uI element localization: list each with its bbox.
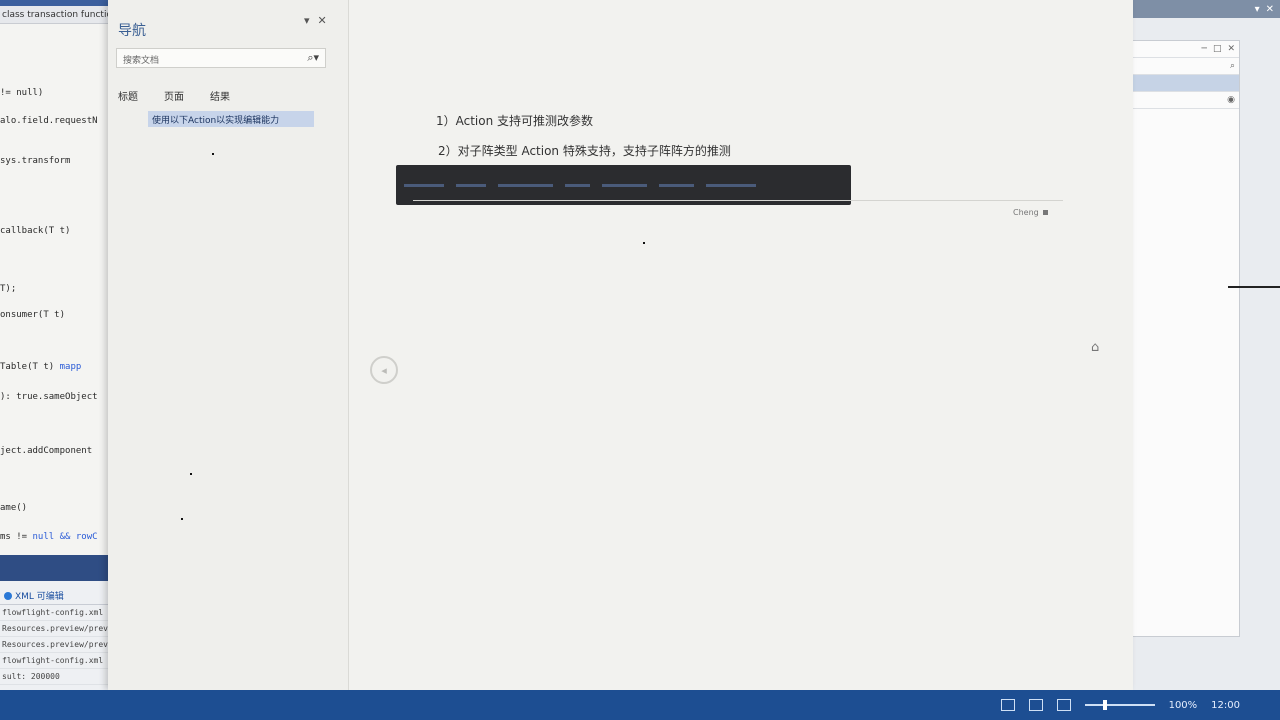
code-line-text: sys.transform	[0, 156, 71, 166]
document-viewer-window: 导航 ▾ ✕ 搜索文档 ⌕▾ 标题 页面 结果 使用以下Action以实现编辑能…	[108, 0, 1133, 690]
view-layout-icon[interactable]	[1000, 699, 1015, 711]
tray-clock: 12:00	[1211, 699, 1240, 711]
code-keyword: mapp	[59, 362, 82, 372]
dust-speck	[190, 473, 192, 475]
divider-line	[1228, 286, 1280, 288]
view-web-icon[interactable]	[1056, 699, 1071, 711]
navigation-pane: 导航 ▾ ✕ 搜索文档 ⌕▾ 标题 页面 结果 使用以下Action以实现编辑能…	[108, 0, 349, 690]
dust-speck	[212, 153, 214, 155]
navigation-tabs: 标题 页面 结果	[118, 88, 230, 104]
code-line: != null)	[0, 88, 43, 98]
navigation-pane-controls: ▾ ✕	[304, 14, 327, 27]
right-window-toolbar	[1119, 75, 1239, 92]
right-window-toolbar-row[interactable]: ◉	[1119, 92, 1239, 109]
code-token	[706, 183, 756, 187]
code-line: ject.addComponent	[0, 446, 92, 456]
code-line-text: != null)	[0, 88, 44, 98]
navigation-pane-title: 导航	[118, 23, 146, 39]
code-line: ): true.sameObject	[0, 392, 98, 402]
search-icon: ⌕	[1229, 61, 1235, 71]
dust-speck	[181, 518, 183, 520]
code-line: ame()	[0, 503, 27, 513]
code-token	[456, 183, 486, 187]
right-window-title-strip: ▾ ✕	[1108, 0, 1280, 18]
code-line: T);	[0, 284, 16, 294]
code-token	[565, 183, 590, 187]
maximize-icon[interactable]: □	[1213, 44, 1222, 54]
chevron-down-icon[interactable]: ▾	[304, 14, 310, 27]
code-token	[404, 183, 444, 187]
code-token	[659, 183, 694, 187]
search-icon[interactable]: ⌕▾	[307, 51, 319, 65]
code-token	[498, 183, 553, 187]
navigation-result-item[interactable]: 使用以下Action以实现编辑能力	[148, 111, 314, 127]
tab-pages[interactable]: 页面	[164, 88, 184, 104]
code-line-text: alo.field.requestN	[0, 116, 98, 126]
code-snippet-block	[396, 165, 851, 205]
step-1-text: 1）Action 支持可推测改参数	[436, 114, 594, 128]
code-keyword: null && rowC	[32, 532, 98, 542]
right-window-panel: ─ □ ✕ ⌕ ◉	[1118, 40, 1240, 637]
minimize-icon[interactable]: ─	[1202, 44, 1207, 54]
code-line-text: ame()	[0, 503, 28, 513]
tab-headings[interactable]: 标题	[118, 88, 138, 104]
right-window-controls: ─ □ ✕	[1119, 41, 1239, 58]
page-footer-label: Cheng	[1013, 208, 1048, 217]
zoom-slider-handle[interactable]	[1102, 700, 1107, 710]
navigation-search-input[interactable]: 搜索文档 ⌕▾	[116, 48, 326, 68]
document-page[interactable]: 1）Action 支持可推测改参数 2）对子阵类型 Action 特殊支持，支持…	[353, 0, 1113, 690]
code-token	[602, 183, 647, 187]
square-icon	[1042, 210, 1048, 215]
code-line-text: ms !=	[0, 532, 33, 542]
close-icon[interactable]: ✕	[318, 14, 327, 27]
taskbar: 100% 12:00	[0, 690, 1280, 720]
close-icon[interactable]: ✕	[1266, 4, 1274, 15]
xml-icon	[4, 591, 12, 600]
mouse-pointer-speck	[643, 242, 645, 244]
code-line: onsumer(T t)	[0, 310, 65, 320]
cursor-icon: ⌂	[1091, 340, 1100, 355]
zoom-level: 100%	[1168, 699, 1198, 711]
code-line-text: ject.addComponent	[0, 446, 93, 456]
code-line-text: T);	[0, 284, 17, 294]
code-line: sys.transform	[0, 156, 70, 166]
code-line-text: Table(T t)	[0, 362, 60, 372]
dropdown-icon[interactable]: ▾	[1255, 4, 1260, 15]
step-2-text: 2）对子阵类型 Action 特殊支持，支持子阵阵方的推测	[438, 144, 731, 158]
zoom-slider[interactable]	[1084, 700, 1155, 710]
page-footer-rule	[413, 200, 1063, 201]
code-line: alo.field.requestN	[0, 116, 98, 126]
code-line-text: ): true.sameObject	[0, 392, 98, 402]
code-line-text: onsumer(T t)	[0, 310, 66, 320]
code-line: Table(T t) mapp	[0, 362, 81, 372]
code-line-text: callback(T t)	[0, 226, 71, 236]
chevron-left-icon: ◂	[381, 363, 387, 377]
code-line: callback(T t)	[0, 226, 70, 236]
previous-page-button[interactable]: ◂	[370, 356, 398, 384]
navigation-search-value: 搜索文档	[123, 56, 160, 66]
settings-icon[interactable]: ◉	[1227, 95, 1235, 105]
navigation-result-label: 使用以下Action以实现编辑能力	[152, 116, 280, 126]
view-grid-icon[interactable]	[1028, 699, 1043, 711]
background-right-window: ▾ ✕ ─ □ ✕ ⌕ ◉	[1108, 0, 1280, 720]
page-footer-text: Cheng	[1013, 208, 1039, 217]
ide-output-title-label: XML 可编辑	[15, 592, 64, 602]
tab-results[interactable]: 结果	[210, 88, 230, 104]
right-window-search[interactable]: ⌕	[1119, 58, 1239, 75]
close-icon[interactable]: ✕	[1227, 44, 1235, 54]
code-line: ms != null && rowC	[0, 532, 98, 542]
